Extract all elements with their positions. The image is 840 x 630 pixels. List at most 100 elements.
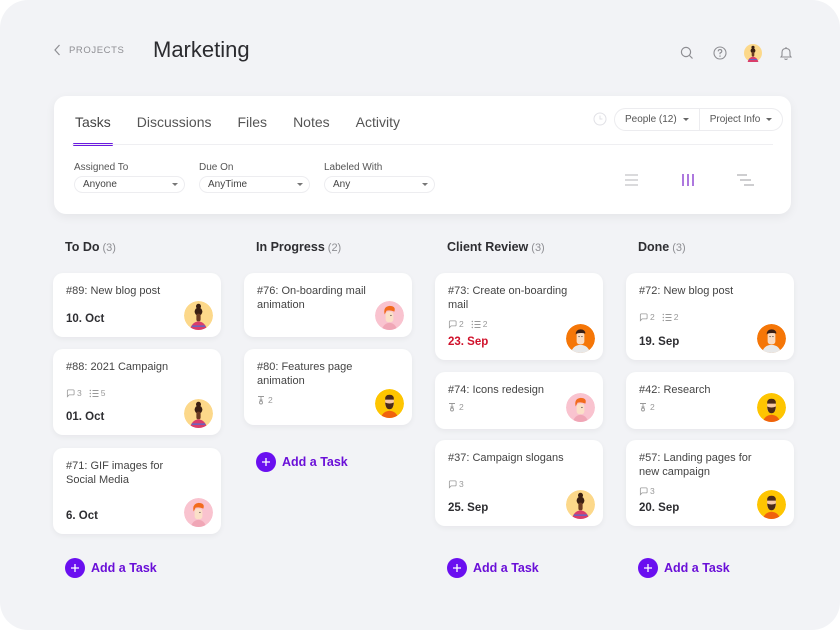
bell-icon[interactable] — [776, 43, 796, 63]
tab-files[interactable]: Files — [238, 114, 268, 140]
comment-icon — [639, 312, 648, 322]
task-meta: 22 — [448, 319, 487, 329]
plus-icon — [638, 558, 658, 578]
add-task-label: Add a Task — [282, 455, 348, 469]
add-task-label: Add a Task — [91, 561, 157, 575]
timeline-view-icon[interactable] — [736, 172, 754, 188]
comments-count: 3 — [448, 479, 464, 489]
column-header: To Do (3) — [65, 240, 221, 257]
comments-value: 3 — [77, 388, 82, 398]
caret-down-icon — [172, 183, 178, 186]
chevron-left-icon — [54, 44, 60, 56]
task-card[interactable]: #72: New blog post 2 2 19. Sep — [626, 273, 794, 360]
task-card[interactable]: #71: GIF images for Social Media 6. Oct — [53, 448, 221, 534]
assignee-avatar[interactable] — [566, 393, 595, 422]
list-view-icon[interactable] — [623, 172, 641, 188]
assigned-to-select[interactable]: Anyone — [74, 176, 185, 193]
board-column: To Do (3) — [53, 240, 221, 257]
task-card[interactable]: #76: On-boarding mail animation — [244, 273, 412, 337]
task-card[interactable]: #88: 2021 Campaign 3 5 01. Oct — [53, 349, 221, 435]
task-title: #74: Icons redesign — [448, 384, 545, 396]
checklist-value: 2 — [673, 312, 679, 322]
add-task-button[interactable]: Add a Task — [638, 558, 730, 578]
help-icon[interactable] — [710, 43, 730, 63]
task-card[interactable]: #74: Icons redesign 2 — [435, 372, 603, 429]
checklist-icon — [89, 389, 99, 398]
assignee-avatar[interactable] — [566, 324, 595, 353]
task-title: #76: On-boarding mail animation — [257, 285, 366, 311]
task-title: #89: New blog post — [66, 285, 161, 297]
assignee-avatar[interactable] — [184, 498, 213, 527]
page-title: Marketing — [153, 37, 250, 62]
search-icon[interactable] — [677, 43, 697, 63]
checklist-value: 5 — [100, 388, 106, 398]
assignee-avatar[interactable] — [184, 399, 213, 428]
header-actions — [677, 43, 796, 63]
task-meta: 2 — [257, 395, 273, 405]
back-to-projects-link[interactable]: PROJECTS — [53, 44, 124, 56]
checklist-count: 2 — [662, 312, 679, 322]
assignee-avatar[interactable] — [184, 301, 213, 330]
assignee-avatar[interactable] — [757, 393, 786, 422]
column-header: In Progress (2) — [256, 240, 412, 257]
checklist-icon — [662, 313, 672, 322]
subtask-icon — [257, 395, 266, 405]
project-info-label: Project Info — [709, 114, 761, 125]
assignee-avatar[interactable] — [757, 490, 786, 519]
comments-count: 3 — [66, 388, 82, 398]
task-card[interactable]: #73: Create on-boarding mail 2 2 23. Sep — [435, 273, 603, 360]
board-view-icon[interactable] — [679, 172, 697, 188]
task-title: #42: Research — [639, 384, 711, 396]
checklist-value: 2 — [482, 319, 488, 329]
column-header: Client Review (3) — [447, 240, 603, 257]
filter-due-on: Due On AnyTime — [199, 162, 310, 193]
add-task-button[interactable]: Add a Task — [256, 452, 348, 472]
assignee-avatar[interactable] — [566, 490, 595, 519]
assignee-avatar[interactable] — [375, 301, 404, 330]
column-count: (3) — [672, 242, 686, 254]
tab-tasks[interactable]: Tasks — [73, 114, 113, 146]
task-card[interactable]: #57: Landing pages for new campaign 3 20. … — [626, 440, 794, 526]
due-date: 20. Sep — [639, 502, 680, 514]
tab-activity[interactable]: Activity — [356, 114, 400, 140]
task-card[interactable]: #89: New blog post 10. Oct — [53, 273, 221, 337]
people-dropdown[interactable]: People (12) — [615, 109, 699, 130]
subtasks-value: 2 — [459, 402, 464, 412]
filter-label: Assigned To — [74, 162, 129, 173]
tab-discussions[interactable]: Discussions — [137, 114, 212, 140]
board-column: In Progress (2) — [244, 240, 412, 257]
task-card[interactable]: #37: Campaign slogans 3 25. Sep — [435, 440, 603, 526]
caret-down-icon — [682, 118, 689, 121]
filter-label: Labeled With — [324, 162, 383, 173]
add-task-label: Add a Task — [473, 561, 539, 575]
column-header: Done (3) — [638, 240, 794, 257]
task-meta: 22 — [639, 312, 678, 322]
comments-value: 3 — [650, 486, 655, 496]
project-toolbar-panel: Tasks Discussions Files Notes Activity P… — [54, 96, 791, 214]
user-avatar[interactable] — [743, 43, 763, 63]
tab-divider — [72, 144, 773, 145]
column-count: (3) — [102, 242, 116, 254]
clock-icon[interactable] — [593, 112, 607, 126]
task-meta: 2 — [448, 402, 464, 412]
add-task-button[interactable]: Add a Task — [447, 558, 539, 578]
due-date: 23. Sep — [448, 336, 489, 348]
task-meta: 3 — [448, 479, 464, 489]
add-task-button[interactable]: Add a Task — [65, 558, 157, 578]
assignee-avatar[interactable] — [757, 324, 786, 353]
filter-assigned-to: Assigned To Anyone — [74, 162, 185, 193]
task-card[interactable]: #42: Research 2 — [626, 372, 794, 429]
tab-notes[interactable]: Notes — [293, 114, 330, 140]
labeled-with-select[interactable]: Any — [324, 176, 435, 193]
column-title: In Progress — [256, 240, 325, 254]
task-card[interactable]: #80: Features page animation 2 — [244, 349, 412, 425]
column-count: (2) — [327, 242, 342, 254]
task-title: #57: Landing pages for new campaign — [639, 452, 752, 478]
select-value: Anyone — [83, 179, 117, 190]
checklist-count: 5 — [89, 388, 106, 398]
due-on-select[interactable]: AnyTime — [199, 176, 310, 193]
project-info-dropdown[interactable]: Project Info — [698, 109, 783, 130]
assignee-avatar[interactable] — [375, 389, 404, 418]
task-title: #71: GIF images for Social Media — [66, 460, 164, 486]
select-value: Any — [333, 179, 351, 190]
